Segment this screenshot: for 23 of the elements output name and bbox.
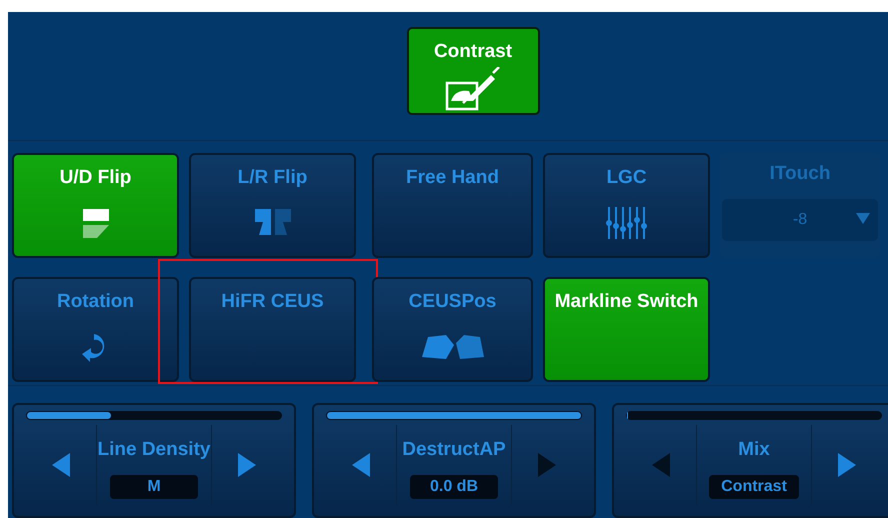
mode-button[interactable]: HiFR CEUS — [189, 277, 356, 382]
mode-button[interactable]: Free Hand — [372, 153, 533, 258]
sliders-icon — [604, 207, 648, 240]
decrease-button[interactable] — [352, 453, 370, 477]
contrast-syringe-icon — [443, 67, 503, 111]
mode-button[interactable]: LGC — [543, 153, 710, 258]
parameter-label: Mix — [738, 439, 770, 461]
parameter-label: Line Density — [98, 439, 210, 461]
mode-button[interactable]: L/R Flip — [189, 153, 356, 258]
parameter-value: Contrast — [709, 475, 799, 499]
parameter-label: DestructAP — [402, 439, 506, 461]
contrast-button[interactable]: Contrast — [406, 27, 540, 115]
increase-button[interactable] — [238, 453, 256, 477]
dropdown-label: ITouch — [770, 163, 830, 186]
decrease-button[interactable] — [52, 453, 70, 477]
mode-button[interactable]: U/D Flip — [12, 153, 179, 258]
parameter-value: M — [110, 475, 198, 499]
caret-icon — [856, 213, 870, 224]
parameter-value: 0.0 dB — [410, 475, 498, 499]
mode-button[interactable]: Markline Switch — [543, 277, 710, 382]
increase-button[interactable] — [838, 453, 856, 477]
mode-button[interactable]: CEUSPos — [372, 277, 533, 382]
mode-button[interactable]: Rotation — [12, 277, 179, 382]
